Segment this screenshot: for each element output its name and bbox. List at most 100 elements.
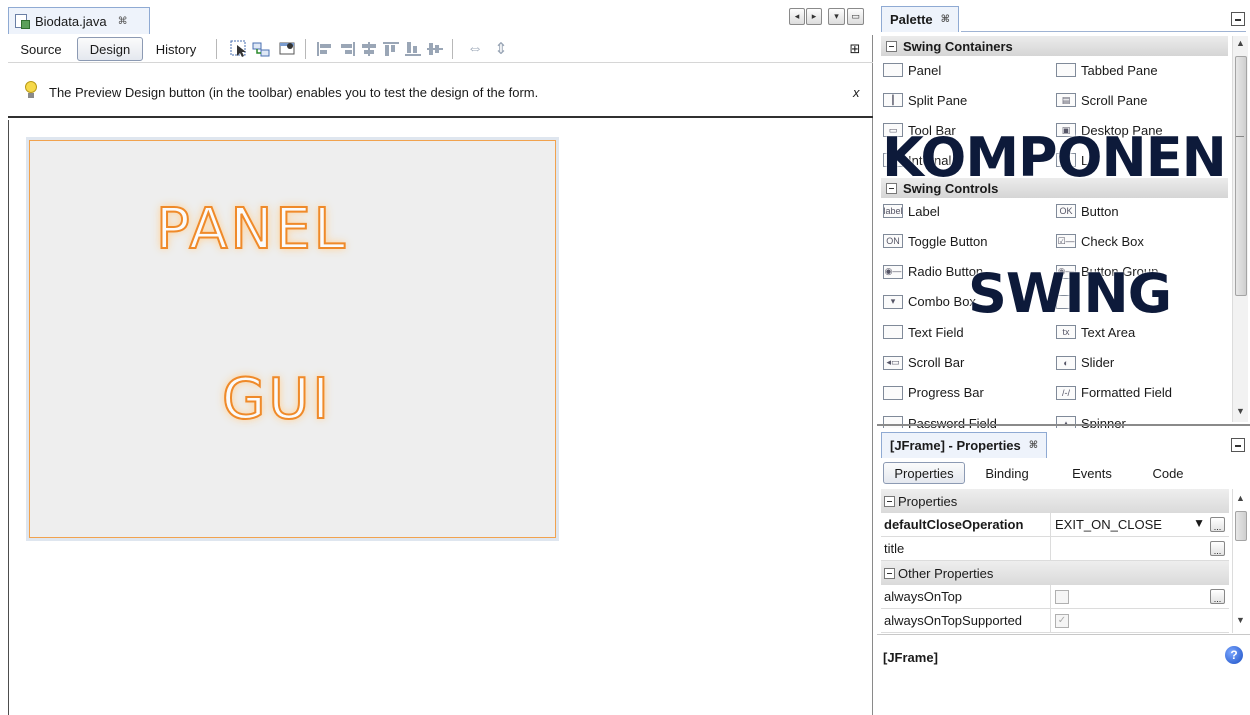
tab-properties[interactable]: Properties — [883, 462, 965, 484]
palette-item-text-field[interactable]: Text Field — [883, 321, 964, 343]
palette-item-label: Label — [908, 203, 940, 219]
hint-bar: The Preview Design button (in the toolba… — [8, 68, 873, 118]
pane-divider[interactable] — [877, 424, 1250, 426]
align-top-icon[interactable] — [382, 40, 400, 58]
palette-close-icon[interactable]: ⌘ — [941, 14, 950, 25]
ellipsis-button[interactable]: ... — [1210, 541, 1225, 556]
text-field-icon — [883, 325, 903, 340]
scroll-up-icon[interactable]: ▲ — [1236, 493, 1245, 503]
center-vertically-icon[interactable] — [426, 40, 444, 58]
scroll-bar-icon: ◂▭ — [883, 355, 903, 370]
help-icon[interactable]: ? — [1225, 646, 1243, 664]
dropdown-arrow-icon[interactable]: ▼ — [1193, 516, 1205, 530]
ellipsis-button[interactable]: ... — [1210, 589, 1225, 604]
overlay-text-swing: SWING — [968, 262, 1172, 325]
scroll-tabs-left-icon[interactable]: ◂ — [789, 8, 805, 25]
tab-events[interactable]: Events — [1062, 462, 1122, 484]
change-vertical-resizability-icon[interactable]: ⇕ — [492, 40, 510, 58]
category-label: Swing Containers — [903, 38, 1013, 54]
property-name: title — [881, 537, 1051, 560]
change-horizontal-resizability-icon[interactable]: ⇔ — [466, 40, 484, 58]
palette-item-formatted-field[interactable]: /-/ Formatted Field — [1056, 382, 1172, 404]
tab-code[interactable]: Code — [1143, 462, 1193, 484]
property-value-dropdown[interactable]: EXIT_ON_CLOSE ▼ ... — [1051, 513, 1229, 536]
thumb-grip — [1236, 136, 1244, 137]
scrollbar-thumb[interactable] — [1235, 56, 1247, 296]
section-other-properties[interactable]: Other Properties — [881, 561, 1229, 585]
palette-item-tabbed-pane[interactable]: Tabbed Pane — [1056, 59, 1158, 81]
palette-item-label: Tabbed Pane — [1081, 62, 1158, 78]
toolbar-separator — [216, 39, 217, 59]
preview-design-icon[interactable] — [278, 40, 296, 58]
palette-tab-underline — [961, 31, 1246, 32]
palette-item-label: Text Area — [1081, 324, 1136, 340]
properties-tabbar: Properties Binding Events Code — [881, 460, 1231, 486]
label-icon: label — [883, 204, 903, 218]
palette-item-panel[interactable]: Panel — [883, 59, 941, 81]
section-properties[interactable]: Properties — [881, 489, 1229, 513]
properties-close-icon[interactable]: ⌘ — [1029, 440, 1038, 451]
align-bottom-icon[interactable] — [404, 40, 422, 58]
lightbulb-icon — [24, 81, 38, 99]
properties-tab[interactable]: [JFrame] - Properties ⌘ — [881, 432, 1048, 458]
tab-close-icon[interactable]: ⌘ — [118, 16, 128, 27]
file-tab-biodata[interactable]: Biodata.java ⌘ — [8, 7, 150, 34]
palette-item-label: Button — [1081, 203, 1119, 219]
property-row-always-on-top: alwaysOnTop ... — [881, 585, 1229, 609]
ellipsis-button[interactable]: ... — [1210, 517, 1225, 532]
grid-layout-icon[interactable]: ⊞ — [846, 40, 864, 58]
toolbar-separator — [305, 39, 306, 59]
maximize-window-icon[interactable]: ▭ — [847, 8, 864, 25]
connection-mode-icon[interactable] — [252, 40, 270, 58]
palette-item-scroll-bar[interactable]: ◂▭ Scroll Bar — [883, 352, 964, 374]
palette-item-label: Slider — [1081, 355, 1115, 370]
palette-scrollbar[interactable]: ▲ ▼ — [1232, 36, 1248, 422]
selection-mode-icon[interactable] — [230, 40, 248, 58]
palette-tab[interactable]: Palette ⌘ — [881, 6, 959, 32]
scrollbar-thumb[interactable] — [1235, 511, 1247, 541]
category-swing-containers[interactable]: Swing Containers — [881, 36, 1228, 56]
palette-item-progress-bar[interactable]: Progress Bar — [883, 382, 984, 404]
palette-item-label: Combo Box — [908, 294, 976, 310]
jpanel-design-area[interactable]: PANEL GUI — [29, 140, 556, 538]
toggle-button-icon: ON — [883, 234, 903, 249]
palette-title: Palette — [890, 12, 933, 27]
properties-scrollbar[interactable]: ▲ ▼ — [1232, 489, 1248, 633]
palette-item-label[interactable]: label Label — [883, 200, 940, 222]
history-view-button[interactable]: History — [148, 37, 204, 61]
scroll-down-icon[interactable]: ▼ — [1236, 615, 1245, 625]
section-label: Properties — [898, 493, 958, 509]
property-value-field[interactable]: ... — [1051, 537, 1229, 560]
center-horizontally-icon[interactable] — [360, 40, 378, 58]
palette-item-label: Scroll Pane — [1081, 92, 1148, 108]
source-view-button[interactable]: Source — [12, 37, 70, 61]
align-right-icon[interactable] — [338, 40, 356, 58]
palette-item-slider[interactable]: ◐ Slider — [1056, 352, 1114, 374]
palette-item-toggle-button[interactable]: ON Toggle Button — [883, 230, 988, 252]
palette-item-combo-box[interactable]: ▾ Combo Box — [883, 291, 976, 313]
scroll-pane-icon: ▤ — [1056, 93, 1076, 107]
property-name: alwaysOnTop — [881, 585, 1051, 608]
palette-header: Palette ⌘ — [877, 0, 1250, 32]
tabbed-pane-icon — [1056, 63, 1076, 77]
palette-item-split-pane[interactable]: ┃ Split Pane — [883, 89, 967, 111]
scroll-up-icon[interactable]: ▲ — [1236, 38, 1245, 48]
property-value: EXIT_ON_CLOSE — [1055, 517, 1162, 532]
hint-close-button[interactable]: x — [853, 85, 860, 100]
design-view-button[interactable]: Design — [77, 37, 143, 61]
align-left-icon[interactable] — [316, 40, 334, 58]
java-form-file-icon — [14, 13, 30, 29]
show-opened-documents-icon[interactable]: ▾ — [828, 8, 845, 25]
scroll-down-icon[interactable]: ▼ — [1236, 406, 1245, 416]
always-on-top-checkbox[interactable] — [1055, 589, 1069, 604]
palette-item-scroll-pane[interactable]: ▤ Scroll Pane — [1056, 89, 1147, 111]
palette-item-label: Check Box — [1081, 233, 1144, 249]
tab-binding[interactable]: Binding — [977, 462, 1037, 484]
properties-minimize-icon[interactable] — [1231, 438, 1245, 452]
palette-item-checkbox[interactable]: ☑— Check Box — [1056, 230, 1144, 252]
always-on-top-supported-checkbox: ✓ — [1055, 613, 1069, 628]
palette-item-button[interactable]: OK Button — [1056, 200, 1119, 222]
palette-minimize-icon[interactable] — [1231, 12, 1245, 26]
scroll-tabs-right-icon[interactable]: ▸ — [806, 8, 822, 25]
palette-item-label: Panel — [908, 62, 942, 78]
